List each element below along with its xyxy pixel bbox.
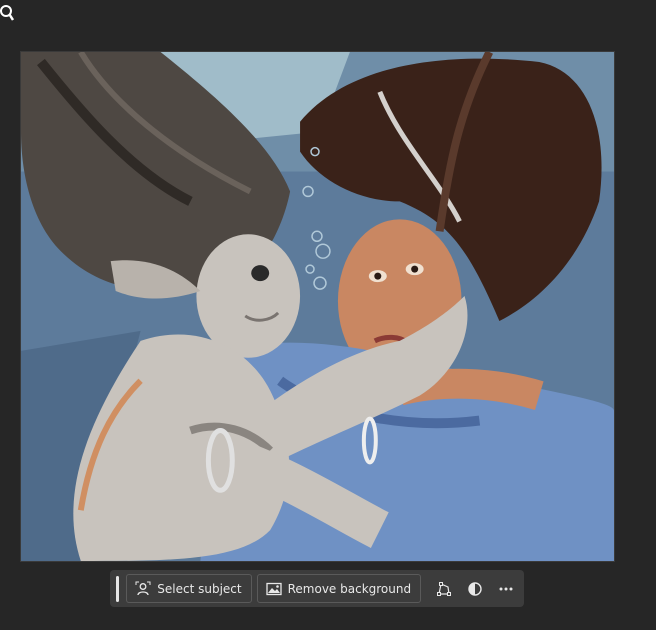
artwork-image [21,52,614,561]
more-options-button[interactable] [493,574,518,603]
more-options-icon [499,587,513,590]
contextual-task-bar: Select subject Remove background [110,570,524,607]
select-subject-label: Select subject [157,581,242,596]
adjustment-button[interactable] [463,574,488,603]
document-canvas[interactable] [20,51,615,562]
zoom-tool-icon [0,5,14,21]
workspace: Select subject Remove background [0,0,656,630]
transform-button[interactable] [432,574,457,603]
remove-background-button[interactable]: Remove background [256,574,422,603]
remove-background-label: Remove background [287,581,412,596]
half-circle-adjust-icon [468,581,482,596]
person-select-icon [135,581,151,595]
transform-icon [437,581,452,596]
select-subject-button[interactable]: Select subject [126,574,252,603]
drag-handle[interactable] [116,575,120,602]
image-remove-icon [265,582,282,595]
